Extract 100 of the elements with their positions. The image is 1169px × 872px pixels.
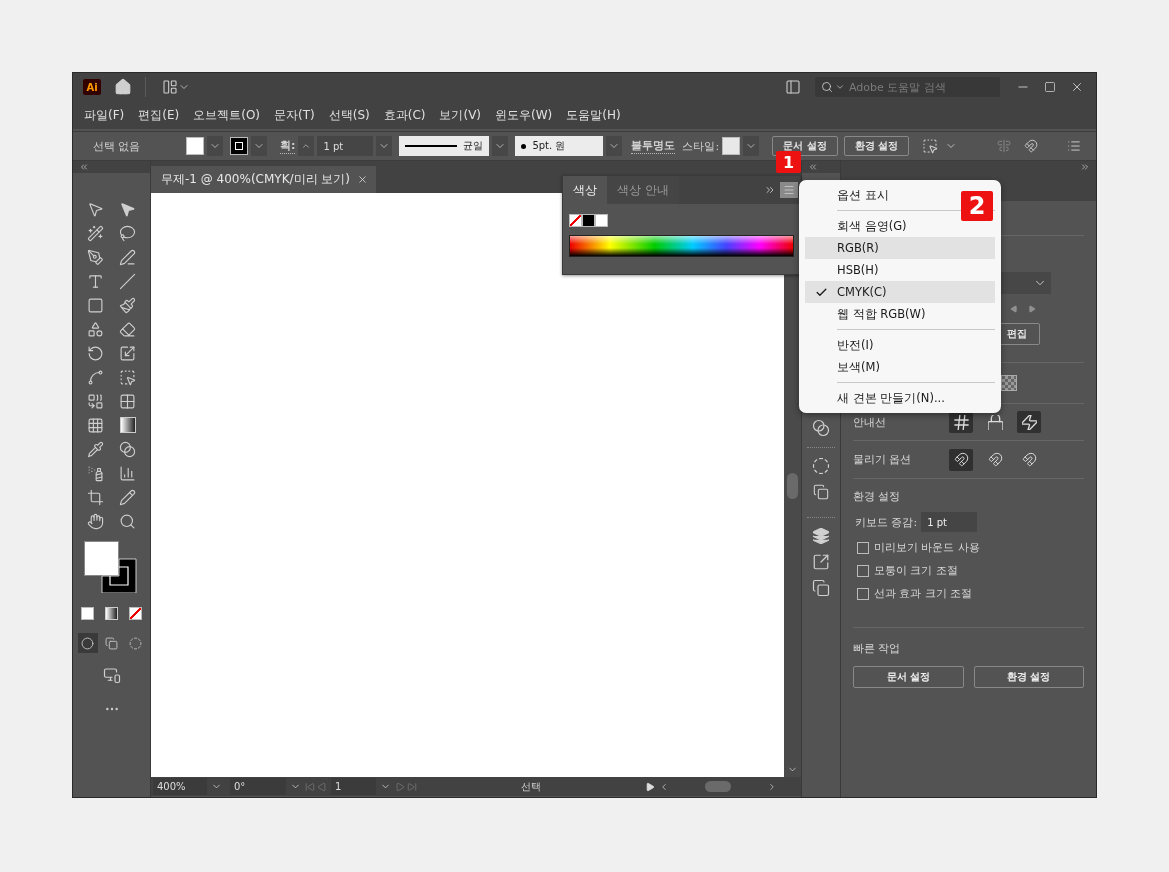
expand-icon [764, 184, 776, 196]
zoom-icon [119, 512, 136, 530]
search-bar[interactable]: Adobe 도움말 검색 [815, 77, 1000, 97]
fill-color[interactable] [83, 541, 119, 576]
guides-toggle[interactable] [1017, 411, 1041, 433]
workspace-icon [162, 79, 178, 95]
menu-option[interactable]: RGB(R) [805, 237, 995, 259]
squares-icon [812, 579, 830, 597]
scroll-thumb[interactable] [787, 473, 798, 499]
type-icon [87, 272, 104, 290]
menu-item[interactable]: 효과(C) [383, 106, 426, 124]
draw-mode-button[interactable] [77, 633, 98, 653]
next-icon [395, 781, 405, 792]
menu-item[interactable]: 윈도우(W) [495, 106, 553, 124]
scroll-thumb[interactable] [705, 781, 731, 792]
draw-mode-icon [105, 636, 118, 650]
checkbox-label: 모퉁이 크기 조절 [874, 563, 958, 578]
stroke-profile-field[interactable]: 균일 [399, 136, 490, 156]
style-swatch[interactable] [722, 137, 741, 155]
scale-icon [119, 344, 136, 362]
column-graph-icon [119, 464, 136, 482]
menu-option[interactable]: 보색(M) [805, 356, 886, 378]
expand-icon [1080, 162, 1090, 172]
curvature-icon [119, 248, 136, 266]
artboard-field[interactable]: 1 [331, 778, 376, 795]
snap-toggle[interactable] [949, 448, 973, 471]
section-title: 빠른 작업 [853, 641, 902, 656]
swatch[interactable] [582, 214, 595, 227]
home-icon [114, 78, 132, 96]
gradient-icon [119, 417, 136, 433]
menu-item[interactable]: 보기(V) [439, 106, 482, 124]
brush-dot-icon [521, 143, 527, 149]
document-setup-button[interactable]: 문서 설정 [853, 666, 964, 688]
eraser-icon [119, 320, 136, 338]
overlapping-circles-icon [812, 419, 830, 437]
maximize-icon [1044, 81, 1056, 93]
swatch[interactable] [595, 214, 608, 227]
stroke-swatch[interactable] [230, 137, 248, 155]
opacity-label[interactable]: 불투명도 [631, 138, 676, 154]
scroll-left-icon [659, 781, 669, 792]
color-spectrum[interactable] [569, 235, 794, 257]
fill-swatch[interactable] [186, 137, 204, 155]
left-arrow-icon [1010, 305, 1018, 313]
menu-item[interactable]: 오브젝트(O) [193, 106, 261, 124]
keyboard-increment-field[interactable]: 1 pt [921, 512, 978, 532]
mesh-icon [87, 416, 104, 434]
line-icon [119, 272, 136, 290]
help-search-field[interactable]: Adobe 도움말 검색 [847, 79, 987, 95]
menu-option[interactable]: 회색 음영(G) [805, 215, 913, 237]
slice-icon [119, 488, 136, 506]
menu-option[interactable]: 새 견본 만들기(N)... [805, 387, 951, 409]
magic-wand-icon [87, 224, 104, 242]
paintbrush-icon [119, 296, 136, 314]
export-icon [812, 553, 830, 571]
preferences-button[interactable]: 환경 설정 [973, 666, 1084, 688]
menu-item[interactable]: 도움말(H) [566, 106, 621, 124]
brush-field[interactable]: 5pt. 원 [515, 136, 604, 156]
keyboard-increment-label: 키보드 증감: [855, 514, 918, 530]
play-icon [645, 781, 655, 792]
pen-icon [87, 248, 104, 266]
checkbox[interactable] [857, 587, 869, 600]
menu-item[interactable]: 편집(E) [138, 106, 180, 124]
spinner-icon [301, 141, 312, 151]
checkbox[interactable] [857, 564, 869, 577]
magnet-icon [1021, 452, 1037, 467]
menu-icon [783, 184, 795, 196]
menu-option[interactable]: 옵션 표시 [805, 184, 895, 206]
menu-option[interactable]: 웹 적합 RGB(W) [805, 303, 932, 325]
menu-item[interactable]: 문자(T) [274, 106, 315, 124]
callout-badge: 2 [961, 191, 993, 221]
guides-label: 안내선 [853, 414, 887, 430]
document-tab[interactable]: 무제-1 @ 400%(CMYK/미리 보기) [151, 166, 376, 193]
stroke-color[interactable] [101, 558, 136, 593]
selection-status: 선택 없음 [93, 138, 142, 154]
document-setup-button[interactable]: 문서 설정 [772, 136, 838, 156]
menu-option[interactable]: 반전(I) [805, 334, 880, 356]
magnet-icon [987, 452, 1003, 467]
draw-mode-icon [129, 636, 142, 650]
panel-tab[interactable]: 색상 [563, 176, 607, 204]
chevron-down-icon [835, 82, 845, 92]
preferences-button[interactable]: 환경 설정 [843, 136, 910, 156]
dashed-circle-icon [812, 457, 830, 475]
align-icon [997, 139, 1011, 153]
checkbox[interactable] [857, 541, 869, 554]
hand-icon [87, 512, 104, 530]
zoom-field[interactable]: 400% [153, 778, 207, 795]
guides-toggle[interactable] [949, 411, 973, 433]
menu-option[interactable]: CMYK(C) [805, 281, 995, 303]
menu-option[interactable]: HSB(H) [805, 259, 885, 281]
rotation-field[interactable]: 0° [230, 778, 286, 795]
menu-item[interactable]: 선택(S) [328, 106, 370, 124]
blend-icon [119, 440, 136, 458]
previous-icon [317, 781, 327, 792]
menu-item[interactable]: 파일(F) [84, 106, 125, 124]
stroke-weight-field[interactable]: 1 pt [317, 136, 374, 156]
none-swatch[interactable] [569, 214, 582, 227]
search-icon [821, 81, 833, 93]
panel-menu-button[interactable] [780, 182, 798, 198]
close-icon [357, 174, 368, 185]
current-tool-label: 선택 [521, 779, 542, 794]
